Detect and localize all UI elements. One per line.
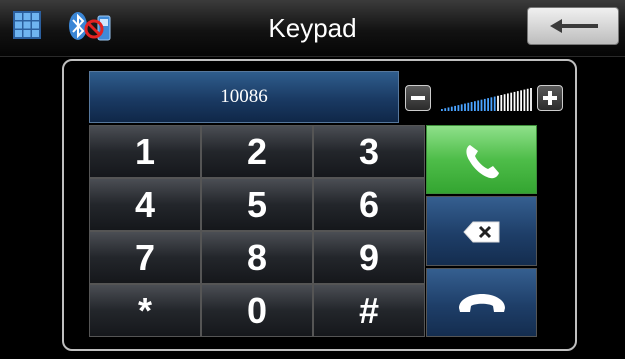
key-8[interactable]: 8 bbox=[201, 231, 313, 284]
key-9[interactable]: 9 bbox=[313, 231, 425, 284]
volume-bar bbox=[447, 107, 450, 111]
volume-bar bbox=[497, 95, 499, 111]
volume-bar bbox=[520, 90, 522, 111]
volume-bar bbox=[483, 98, 486, 111]
key-star[interactable]: * bbox=[89, 284, 201, 337]
volume-bar bbox=[500, 95, 503, 111]
volume-level-indicator bbox=[441, 88, 532, 111]
key-4[interactable]: 4 bbox=[89, 178, 201, 231]
key-6[interactable]: 6 bbox=[313, 178, 425, 231]
volume-up-button[interactable] bbox=[537, 85, 563, 111]
volume-bar bbox=[460, 104, 463, 111]
volume-bar bbox=[441, 109, 443, 111]
volume-bar bbox=[516, 91, 519, 111]
back-arrow-icon bbox=[550, 19, 598, 33]
key-0[interactable]: 0 bbox=[201, 284, 313, 337]
volume-bar bbox=[457, 105, 460, 111]
volume-bar bbox=[510, 92, 513, 111]
key-hash[interactable]: # bbox=[313, 284, 425, 337]
minus-icon bbox=[411, 96, 425, 100]
volume-bar bbox=[454, 105, 456, 111]
key-1[interactable]: 1 bbox=[89, 125, 201, 178]
volume-bar bbox=[503, 94, 506, 111]
volume-down-button[interactable] bbox=[405, 85, 431, 111]
call-icon bbox=[466, 145, 499, 179]
volume-bar bbox=[450, 106, 453, 111]
volume-bar bbox=[470, 102, 473, 111]
volume-bar bbox=[487, 98, 489, 111]
volume-bar bbox=[490, 97, 493, 111]
hang-up-icon bbox=[459, 294, 505, 312]
delete-button[interactable] bbox=[426, 196, 537, 266]
volume-bar bbox=[480, 99, 483, 111]
volume-bar bbox=[444, 108, 447, 111]
plus-icon bbox=[543, 91, 557, 105]
volume-bar bbox=[467, 102, 470, 111]
keypad-grid: 1 2 3 4 5 6 7 8 9 * 0 # bbox=[89, 125, 425, 337]
number-display: 10086 bbox=[89, 71, 399, 123]
volume-bar bbox=[493, 96, 496, 111]
volume-bar bbox=[530, 88, 532, 111]
volume-bar bbox=[513, 91, 516, 111]
volume-bar bbox=[464, 103, 466, 111]
top-bar: Keypad bbox=[0, 0, 625, 57]
volume-bar bbox=[474, 101, 476, 111]
key-3[interactable]: 3 bbox=[313, 125, 425, 178]
volume-bar bbox=[507, 93, 509, 111]
volume-bar bbox=[526, 88, 529, 111]
hang-up-button[interactable] bbox=[426, 268, 537, 337]
key-7[interactable]: 7 bbox=[89, 231, 201, 284]
volume-bar bbox=[523, 89, 526, 111]
back-button[interactable] bbox=[527, 7, 619, 45]
key-2[interactable]: 2 bbox=[201, 125, 313, 178]
backspace-icon bbox=[463, 221, 500, 243]
key-5[interactable]: 5 bbox=[201, 178, 313, 231]
call-button[interactable] bbox=[426, 125, 537, 194]
volume-bar bbox=[477, 100, 480, 111]
